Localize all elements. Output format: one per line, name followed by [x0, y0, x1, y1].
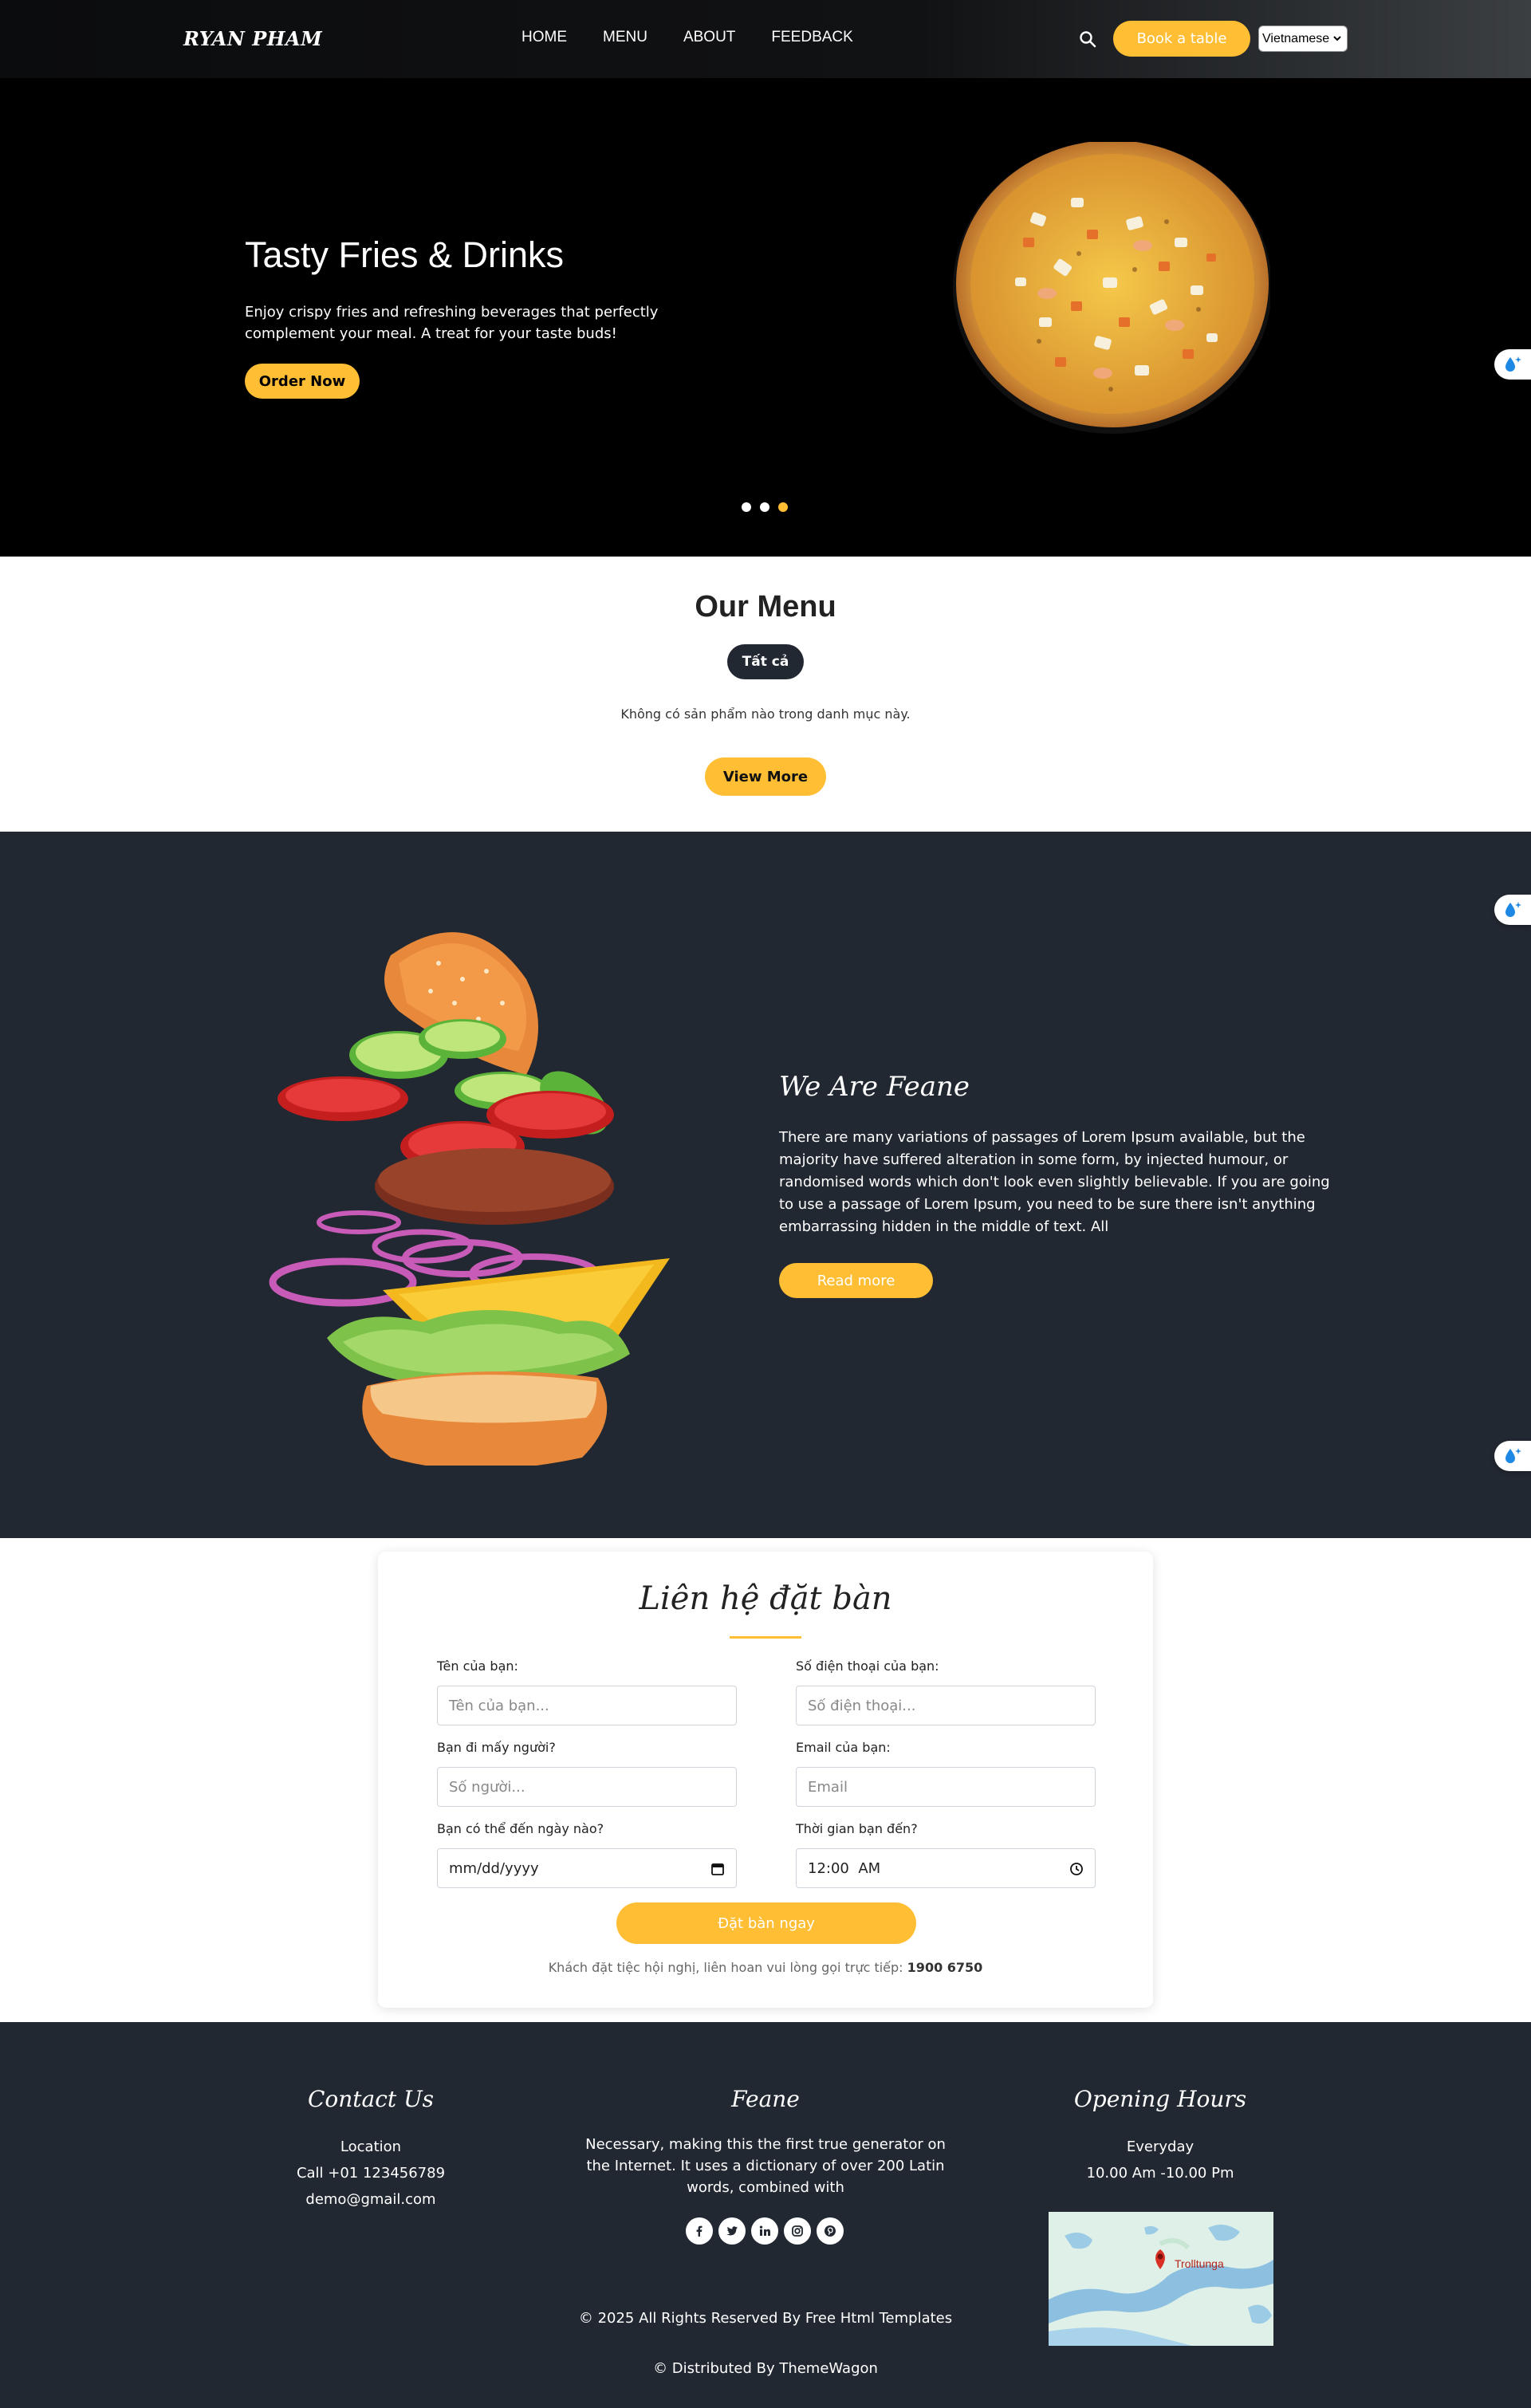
name-label: Tên của bạn:: [437, 1658, 518, 1674]
about-section: We Are Feane There are many variations o…: [0, 832, 1531, 1538]
contact-info: Location Call +01 123456789 demo@gmail.c…: [271, 2134, 470, 2213]
feane-text: Necessary, making this the first true ge…: [585, 2136, 946, 2196]
slider-dot-3-active[interactable]: [778, 502, 788, 512]
hours-info: Everyday 10.00 Am -10.00 Pm: [1061, 2134, 1260, 2186]
hero-slider: Tasty Fries & Drinks Enjoy crispy fries …: [0, 78, 1531, 557]
chevron-down-icon: [1333, 36, 1341, 41]
name-field[interactable]: Tên của bạn...: [437, 1686, 737, 1725]
name-placeholder: Tên của bạn...: [449, 1697, 549, 1714]
slider-indicators: [742, 502, 788, 512]
email-placeholder: Email: [808, 1778, 848, 1796]
floating-widget-3[interactable]: [1494, 1441, 1531, 1471]
title-underline: [730, 1636, 801, 1639]
email-label: Email của bạn:: [796, 1740, 891, 1755]
phone-field[interactable]: Số điện thoại...: [796, 1686, 1096, 1725]
main-nav: HOME MENU ABOUT FEEDBACK: [521, 29, 853, 46]
date-value: mm/dd/yyyy: [449, 1859, 539, 1877]
hotline-number[interactable]: 1900 6750: [907, 1960, 983, 1975]
contact-email[interactable]: demo@gmail.com: [271, 2186, 470, 2213]
contact-title: Contact Us: [307, 2086, 435, 2112]
site-footer: [0, 2022, 1531, 2408]
calendar-icon[interactable]: [710, 1862, 725, 1876]
phone-label: Số điện thoại của bạn:: [796, 1658, 939, 1674]
language-select[interactable]: Vietnamese: [1258, 26, 1348, 52]
slider-dot-1[interactable]: [742, 502, 751, 512]
read-more-button[interactable]: Read more: [779, 1263, 933, 1298]
order-now-button[interactable]: Order Now: [245, 364, 360, 399]
contact-location[interactable]: Location: [271, 2134, 470, 2160]
floating-widget-2[interactable]: [1494, 895, 1531, 925]
pizza-image: [953, 142, 1270, 434]
hotline-note: Khách đặt tiệc hội nghị, liên hoan vui l…: [378, 1960, 1153, 1975]
search-icon[interactable]: [1079, 30, 1096, 48]
email-field[interactable]: Email: [796, 1767, 1096, 1807]
people-label: Bạn đi mấy người?: [437, 1740, 556, 1755]
phone-placeholder: Số điện thoại...: [808, 1697, 916, 1714]
people-placeholder: Số người...: [449, 1778, 525, 1796]
site-header: RYAN PHAM HOME MENU ABOUT FEEDBACK Book …: [0, 0, 1531, 78]
view-more-button[interactable]: View More: [705, 757, 826, 796]
about-text: There are many variations of passages of…: [779, 1129, 1330, 1235]
booking-form-card: Liên hệ đặt bàn Tên của bạn: Tên của bạn…: [378, 1552, 1153, 2008]
instagram-icon[interactable]: [784, 2217, 811, 2245]
hours-time: 10.00 Am -10.00 Pm: [1086, 2165, 1234, 2182]
time-field[interactable]: 12:00 AM: [796, 1848, 1096, 1888]
nav-about[interactable]: ABOUT: [683, 29, 735, 46]
people-field[interactable]: Số người...: [437, 1767, 737, 1807]
facebook-icon[interactable]: [686, 2217, 713, 2245]
menu-section-title: Our Menu: [695, 590, 836, 624]
book-table-button[interactable]: Book a table: [1113, 21, 1250, 57]
time-label: Thời gian bạn đến?: [796, 1821, 918, 1836]
copyright: © 2025 All Rights Reserved By Free Html …: [578, 2310, 953, 2327]
droplet-icon: [1505, 356, 1521, 372]
clock-icon[interactable]: [1069, 1862, 1084, 1876]
droplet-icon: [1505, 902, 1521, 917]
hours-title: Opening Hours: [1073, 2086, 1247, 2112]
linkedin-icon[interactable]: [751, 2217, 778, 2245]
pinterest-icon[interactable]: [817, 2217, 844, 2245]
hours-days: Everyday: [1126, 2138, 1194, 2155]
booking-title: Liên hệ đặt bàn: [639, 1580, 892, 1617]
brand-logo[interactable]: RYAN PHAM: [183, 27, 322, 50]
nav-menu[interactable]: MENU: [603, 29, 647, 46]
droplet-icon: [1505, 1448, 1521, 1463]
burger-illustration: [269, 932, 670, 1466]
map-label: Trolltunga: [1175, 2257, 1224, 2270]
hero-title: Tasty Fries & Drinks: [245, 234, 565, 275]
date-field[interactable]: mm/dd/yyyy: [437, 1848, 737, 1888]
floating-widget-1[interactable]: [1494, 349, 1531, 380]
time-value: 12:00 AM: [808, 1859, 881, 1877]
menu-empty-message: Không có sản phẩm nào trong danh mục này…: [620, 706, 911, 722]
feane-title: Feane: [731, 2086, 800, 2112]
about-title: We Are Feane: [779, 1071, 970, 1103]
hotline-text: Khách đặt tiệc hội nghị, liên hoan vui l…: [548, 1960, 903, 1975]
distributed-by: © Distributed By ThemeWagon: [653, 2360, 878, 2377]
date-label: Bạn có thể đến ngày nào?: [437, 1821, 604, 1836]
submit-booking-button[interactable]: Đặt bàn ngay: [616, 1902, 916, 1944]
slider-dot-2[interactable]: [760, 502, 769, 512]
nav-feedback[interactable]: FEEDBACK: [771, 29, 852, 46]
hero-description: Enjoy crispy fries and refreshing bevera…: [245, 304, 659, 342]
contact-phone[interactable]: Call +01 123456789: [271, 2160, 470, 2186]
language-select-value: Vietnamese: [1262, 31, 1330, 45]
nav-home[interactable]: HOME: [521, 29, 567, 46]
social-links: [686, 2217, 844, 2245]
twitter-icon[interactable]: [718, 2217, 746, 2245]
filter-all-button[interactable]: Tất cả: [727, 644, 804, 679]
